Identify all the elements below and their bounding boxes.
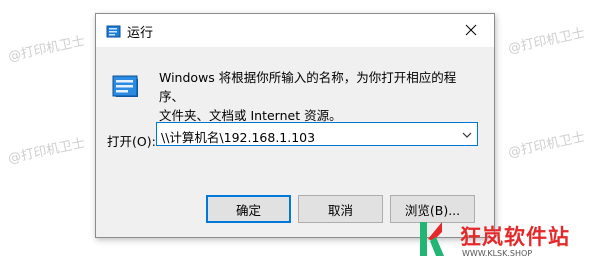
description-line: Windows 将根据你所输入的名称，为你打开相应的程序、 xyxy=(159,70,457,104)
run-dialog: 运行 Windows 将根据你所输入的名称，为你打开相应的程序、 文件夹、文档或… xyxy=(95,13,495,238)
cancel-button[interactable]: 取消 xyxy=(298,195,383,223)
dialog-description: Windows 将根据你所输入的名称，为你打开相应的程序、 文件夹、文档或 In… xyxy=(159,68,479,125)
run-app-icon xyxy=(106,23,122,39)
close-button[interactable] xyxy=(448,14,494,47)
logo-name: 狂岚软件站 xyxy=(460,225,570,249)
screenshot-canvas: @打印机卫士 @打印机卫士 @打印机卫士 @打印机卫士 @打印机卫士 运行 xyxy=(0,0,600,265)
chevron-down-icon[interactable] xyxy=(460,127,474,141)
window-title: 运行 xyxy=(127,26,154,41)
ok-button[interactable]: 确定 xyxy=(206,195,291,223)
k-logo-icon xyxy=(420,220,444,258)
open-label: 打开(O): xyxy=(107,134,156,149)
open-combobox[interactable]: \\计算机名\192.168.1.103 xyxy=(156,122,478,146)
close-icon xyxy=(465,21,477,40)
logo-url: WWW.KLSK.SHOP xyxy=(462,249,533,258)
title-bar[interactable]: 运行 xyxy=(96,14,494,47)
run-app-icon xyxy=(110,71,142,103)
watermark: @打印机卫士 xyxy=(506,129,587,161)
open-input[interactable]: \\计算机名\192.168.1.103 xyxy=(161,127,315,146)
watermark: @打印机卫士 xyxy=(6,135,87,167)
site-logo: 狂岚软件站 WWW.KLSK.SHOP xyxy=(412,217,600,265)
watermark: @打印机卫士 xyxy=(506,25,587,57)
watermark: @打印机卫士 xyxy=(6,33,87,65)
